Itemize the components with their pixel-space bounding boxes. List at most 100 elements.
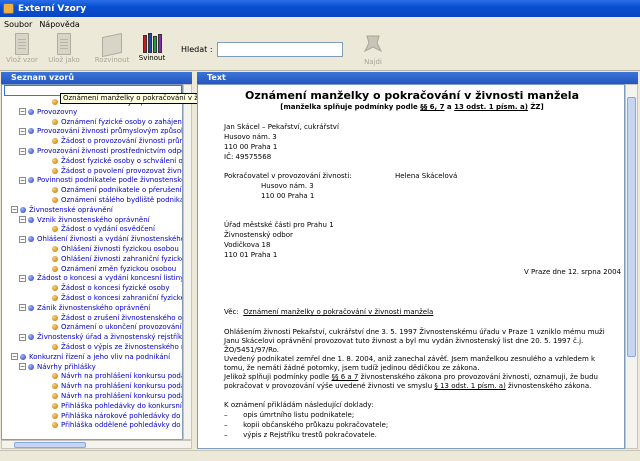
tree-collapse-toggle[interactable]: − (19, 363, 26, 371)
tree-scroll-thumb[interactable] (14, 442, 86, 448)
law-link[interactable]: §§ 6 a 7 (331, 373, 358, 381)
find-button[interactable]: Najdi (356, 33, 390, 69)
tree-horizontal-scrollbar[interactable] (1, 440, 192, 449)
tree-item[interactable]: Žádost fyzické osoby o schválení odpověd… (52, 156, 182, 166)
tree-item-label: Přihláška oddělené pohledávky do konkurs… (61, 421, 182, 430)
tree-item[interactable]: − Povinnosti podnikatele podle živnostens… (19, 175, 182, 185)
tree-item[interactable]: Žádost o provozování živnosti průmyslový… (52, 136, 182, 146)
tree-collapse-toggle[interactable]: − (19, 235, 26, 243)
tree-item[interactable]: − Živnostenský úřad a živnostenský rejstř… (19, 332, 182, 342)
tree-item-label: Přihláška pohledávky do konkursního říze… (61, 401, 182, 410)
tree-item[interactable]: − Zánik živnostenského oprávnění (19, 303, 150, 313)
tree-item[interactable]: − Provozování živnosti průmyslovým způsob… (19, 126, 183, 136)
template-node-icon (52, 412, 58, 419)
template-node-icon (52, 324, 58, 331)
paragraph-line: Janu Skácelovi oprávnění provozovat tuto… (224, 337, 584, 345)
template-node-icon (52, 393, 58, 399)
tree-item[interactable]: Oznámení o ukončení provozování živnosti (52, 322, 182, 332)
paragraph-text: pokračovat v provozování výše uvedené ži… (224, 382, 435, 390)
tree-item[interactable]: Oznámení stálého bydliště podnikatele (52, 195, 182, 205)
paragraph-line: ŽO/5451/97/Ro. (224, 346, 280, 354)
subtitle-text: [manželka splňuje podmínky podle (280, 103, 421, 111)
tree-item[interactable]: Žádost o zrušení živnostenského oprávněn… (52, 313, 182, 323)
insert-template-button[interactable]: Vlož vzor (2, 33, 42, 69)
tree-vertical-scrollbar[interactable] (183, 84, 192, 440)
document-view[interactable]: Oznámení manželky o pokračování v živnos… (197, 84, 625, 449)
collapse-button[interactable]: Svinout (132, 33, 172, 69)
menu-napoveda[interactable]: Nápověda (39, 20, 80, 29)
paragraph-line: Ohlášením živnosti Pekařství, cukrářství… (224, 328, 605, 336)
tree-item[interactable]: − Provozovny (19, 107, 77, 117)
law-link[interactable]: § 13 odst. 1 písm. a) (434, 382, 505, 390)
tree-item[interactable]: Návrh na prohlášení konkursu podaný věři… (52, 371, 182, 381)
law-link[interactable]: §§ 6, 7 (420, 103, 444, 111)
tree-item[interactable]: − Žádost o koncesi a vydání koncesní list… (19, 273, 183, 283)
document-vertical-scrollbar[interactable] (625, 84, 638, 449)
document-subtitle: [manželka splňuje podmínky podle §§ 6, 7… (198, 103, 624, 111)
tree-item[interactable]: Návrh na prohlášení konkursu podaný likv… (52, 391, 182, 401)
tree-item[interactable]: Žádost o koncesi zahraniční fyzické osob… (52, 293, 182, 303)
tree-item[interactable]: − Konkurzní řízení a jeho vliv na podniká… (11, 352, 170, 362)
tree-item[interactable]: − Návrhy přihlášky (19, 362, 96, 372)
template-tree[interactable]: Oznámení manželky o pokračování v živnos… (1, 84, 183, 440)
tree-collapse-toggle[interactable]: − (19, 216, 26, 224)
sender-line: IČ: 49575568 (224, 153, 272, 161)
tree-item[interactable]: Oznámení podnikatele o přerušení provozo… (52, 185, 182, 195)
expand-button[interactable]: Rozvinout (92, 32, 132, 69)
tree-collapse-toggle[interactable]: − (19, 127, 26, 135)
tree-item-label: Oznámení podnikatele o přerušení provozo… (61, 186, 182, 195)
document-scroll-thumb[interactable] (627, 97, 636, 357)
menu-soubor[interactable]: Soubor (4, 20, 32, 29)
text-panel-header: Text (197, 72, 638, 84)
tree-item-label: Vznik živnostenského oprávnění (37, 215, 150, 224)
paragraph-text: živnostenského zákona pro provozování ži… (358, 373, 598, 381)
tree-item[interactable]: Žádost o koncesi fyzické osoby (52, 283, 170, 293)
tree-item[interactable]: − Ohlášení živnosti a vydání živnostenské… (19, 234, 183, 244)
tree-collapse-toggle[interactable]: − (19, 176, 26, 184)
place-date: V Praze dne 12. srpna 2004 (524, 268, 621, 276)
sender-line: Husovo nám. 3 (224, 133, 277, 141)
tree-collapse-toggle[interactable]: − (11, 353, 18, 361)
folder-node-icon (28, 363, 34, 370)
tree-collapse-toggle[interactable]: − (11, 206, 18, 214)
tree-item-label: Provozování živnosti průmyslovým způsobe… (37, 127, 183, 136)
tree-item[interactable]: Ohlášení živnosti zahraniční fyzickou os… (52, 254, 182, 264)
tree-collapse-toggle[interactable]: − (19, 147, 26, 155)
tree-item[interactable]: Oznámení fyzické osoby o zahájení provoz… (52, 117, 182, 127)
subtitle-text: ŽZ] (527, 103, 544, 111)
tree-item[interactable]: Ohlášení živnosti fyzickou osobou (52, 244, 179, 254)
template-node-icon (52, 138, 58, 145)
tree-item[interactable]: Žádost o vydání osvědčení (52, 224, 155, 234)
tree-item-label: Žádost o koncesi a vydání koncesní listi… (37, 274, 183, 283)
template-list-header: Seznam vzorů (1, 72, 192, 84)
tree-item-label: Zánik živnostenského oprávnění (37, 303, 151, 312)
template-node-icon (52, 285, 58, 292)
template-node-icon (52, 383, 58, 390)
tree-item-label: Povinnosti podnikatele podle živnostensk… (37, 176, 182, 185)
subject-text: Oznámení manželky o pokračování v živnos… (243, 308, 434, 316)
tree-item[interactable]: Přihláška pohledávky do konkursního říze… (52, 401, 182, 411)
tree-item[interactable]: Přihláška nárokové pohledávky do konkurs… (52, 411, 182, 421)
template-node-icon (52, 187, 58, 194)
search-input[interactable] (217, 42, 343, 57)
law-link[interactable]: 13 odst. 1 písm. a) (454, 103, 528, 111)
tree-item[interactable]: Návrh na prohlášení konkursu podaný dluž… (52, 381, 182, 391)
tree-item[interactable]: Přihláška oddělené pohledávky do konkurs… (52, 420, 182, 430)
tree-item[interactable]: − Vznik živnostenského oprávnění (19, 215, 150, 225)
tree-collapse-toggle[interactable]: − (19, 108, 26, 116)
tree-item-label: Ohlášení živnosti a vydání živnostenskéh… (37, 235, 183, 244)
tree-collapse-toggle[interactable]: − (19, 274, 26, 282)
tree-collapse-toggle[interactable]: − (19, 304, 26, 312)
save-as-button[interactable]: Ulož jako (44, 33, 84, 69)
tree-item[interactable]: Žádost o povolení provozovat živnost na … (52, 166, 182, 176)
tree-item[interactable]: Žádost o výpis ze živnostenského rejstří… (52, 342, 182, 352)
paragraph-line: Uvedený podnikatel zemřel dne 1. 8. 2004… (224, 355, 596, 363)
tree-item[interactable]: Oznámení změn fyzickou osobou (52, 264, 176, 274)
tree-collapse-toggle[interactable]: − (19, 333, 26, 341)
books-icon (141, 33, 163, 53)
attachment-text: opis úmrtního listu podnikatele; (243, 411, 355, 419)
tree-item[interactable]: − Živnostenské oprávnění (11, 205, 113, 215)
tree-item[interactable]: − Provozování živnosti prostřednictvím od… (19, 146, 182, 156)
recipient-line: Živnostenský odbor (224, 231, 293, 239)
template-node-icon (52, 344, 58, 350)
